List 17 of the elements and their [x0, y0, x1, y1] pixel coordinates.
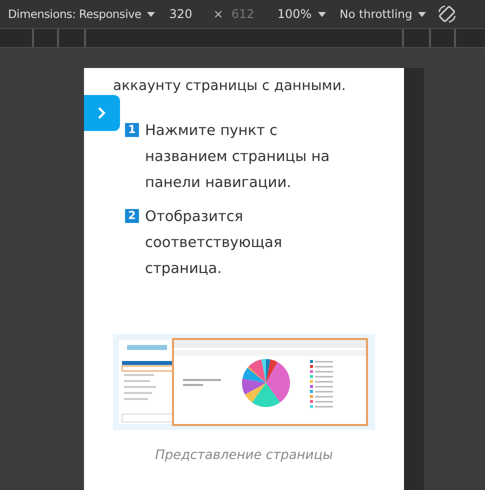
zoom-dropdown[interactable]: 100% [277, 7, 326, 21]
device-dropdown[interactable]: Dimensions: Responsive [8, 7, 156, 21]
caret-icon [318, 12, 326, 16]
width-field[interactable]: 320 [169, 7, 210, 21]
figure-caption: Представление страницы [154, 448, 334, 463]
step-number: 2 [125, 209, 139, 223]
caret-icon [418, 12, 426, 16]
intro-text: аккаунту страницы с данными. [113, 77, 347, 96]
rotate-icon[interactable] [436, 3, 458, 25]
step-number: 1 [125, 123, 139, 137]
expand-button[interactable] [84, 95, 120, 131]
throttling-dropdown[interactable]: No throttling [340, 7, 426, 21]
step-text: Отобразится соответствующая страница. [145, 208, 284, 279]
times-sign: × [213, 7, 224, 21]
caret-icon [147, 12, 156, 16]
chevron-icon [97, 107, 107, 119]
step-text: Нажмите пункт с названием страницы на панели навигации. [145, 122, 331, 193]
